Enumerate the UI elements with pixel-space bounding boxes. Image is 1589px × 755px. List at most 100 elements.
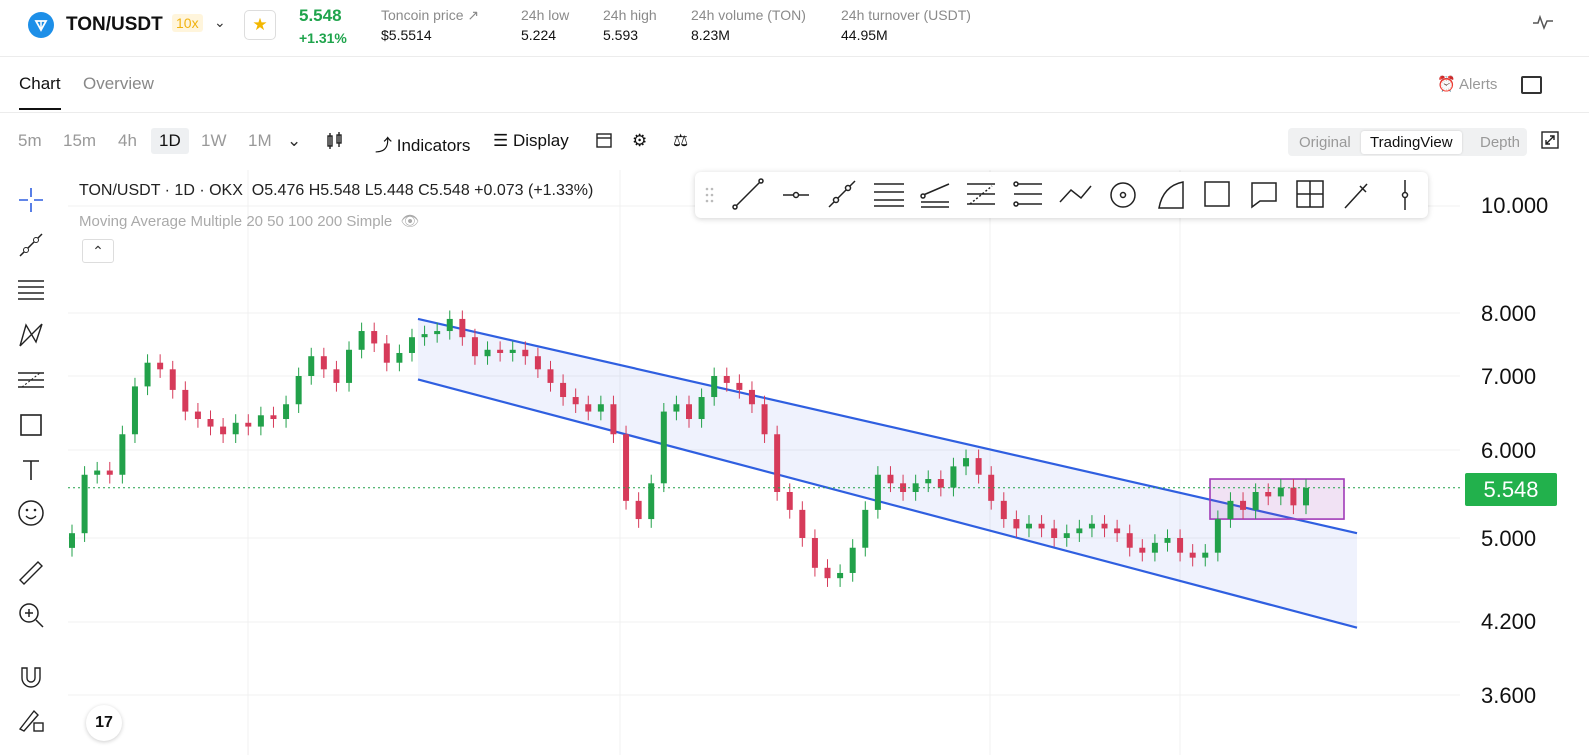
candle-body: [270, 415, 277, 420]
channel-tool-icon[interactable]: [920, 183, 950, 208]
layout-square-icon[interactable]: [1521, 76, 1542, 94]
candle-body: [421, 334, 428, 338]
candle-body: [320, 356, 327, 370]
candle-body: [333, 369, 340, 383]
stat-value-price: $5.5514: [381, 27, 432, 43]
candle-body: [1088, 523, 1095, 529]
expand-icon[interactable]: [1541, 131, 1559, 149]
comment-icon[interactable]: [1251, 182, 1277, 209]
stat-label-price[interactable]: Toncoin price ↗: [381, 7, 479, 24]
leverage-badge: 10x: [172, 14, 203, 32]
y-tick-8: 8.000: [1481, 301, 1537, 326]
fib-retrace-icon[interactable]: [967, 183, 995, 205]
candle-body: [169, 369, 176, 390]
alarm-icon: ⏰: [1437, 76, 1456, 93]
candle-body: [1240, 500, 1247, 510]
candle-body: [925, 479, 932, 484]
pair-name[interactable]: TON/USDT: [66, 14, 163, 36]
candle-body: [1000, 500, 1007, 520]
vertical-line-icon[interactable]: [1401, 180, 1409, 210]
pulse-icon[interactable]: [1532, 14, 1554, 35]
tab-chart[interactable]: Chart: [19, 74, 61, 110]
timeframe-5m[interactable]: 5m: [18, 131, 42, 151]
horizontal-ray-icon[interactable]: [783, 191, 809, 199]
candle-body: [824, 567, 831, 579]
scale-icon[interactable]: ⚖: [673, 131, 688, 151]
parallel-line-icon[interactable]: [828, 180, 856, 208]
fib-extension-icon[interactable]: [1013, 181, 1042, 207]
y-tick-7: 7.000: [1481, 364, 1537, 389]
view-tradingview[interactable]: TradingView: [1361, 131, 1462, 154]
timeframe-4h[interactable]: 4h: [118, 131, 137, 151]
candle-body: [119, 434, 126, 475]
candle-body: [874, 474, 881, 510]
gear-icon[interactable]: ⚙: [632, 131, 647, 151]
collapse-legend-button[interactable]: ⌃: [82, 239, 114, 263]
tradingview-logo[interactable]: 17: [86, 705, 122, 741]
candle-body: [648, 483, 655, 520]
horizontal-lines-icon[interactable]: [874, 183, 904, 207]
display-button[interactable]: ☰ Display: [493, 131, 569, 151]
stat-label-turnover: 24h turnover (USDT): [841, 7, 971, 23]
candle-body: [157, 362, 164, 370]
view-depth[interactable]: Depth: [1480, 134, 1520, 151]
candle-body: [182, 389, 189, 412]
candle-body: [459, 318, 466, 338]
candle-body: [1214, 519, 1221, 553]
candle-body: [383, 343, 390, 363]
timeframe-1d[interactable]: 1D: [151, 128, 189, 154]
candle-type-icon[interactable]: [326, 131, 344, 156]
hide-eye-icon[interactable]: 👁: [401, 213, 420, 230]
timeframe-1m[interactable]: 1M: [248, 131, 272, 151]
indicators-button[interactable]: ⤴ Indicators: [375, 131, 470, 156]
ma-label: Moving Average Multiple 20 50 100 200 Si…: [79, 213, 393, 230]
stat-label-low: 24h low: [521, 7, 570, 23]
circle-tool-icon[interactable]: [1110, 182, 1136, 208]
candle-body: [963, 458, 970, 467]
candle-body: [623, 434, 630, 501]
measure-icon[interactable]: [1296, 180, 1324, 208]
candle-body: [283, 404, 290, 420]
stat-label-high: 24h high: [603, 7, 657, 23]
candle-body: [786, 491, 793, 510]
candle-body: [346, 349, 353, 383]
price-chart[interactable]: [0, 170, 1589, 755]
candle-body: [950, 466, 957, 488]
stat-value-volume: 8.23M: [691, 27, 730, 43]
stat-value-low: 5.224: [521, 27, 557, 43]
tab-bar: [0, 58, 1589, 113]
external-link-icon[interactable]: ↗: [467, 7, 479, 23]
path-tool-icon[interactable]: [1059, 185, 1092, 203]
candle-body: [232, 422, 239, 435]
square-tool-icon[interactable]: [1204, 181, 1230, 207]
candle-body: [471, 337, 478, 357]
chevron-down-icon[interactable]: ⌄: [287, 131, 301, 151]
line-tool-icon[interactable]: [732, 178, 764, 210]
stat-label-volume: 24h volume (TON): [691, 7, 806, 23]
alerts-button[interactable]: ⏰ Alerts: [1437, 75, 1497, 93]
candle-body: [1202, 552, 1209, 558]
y-tick-10: 10.000: [1481, 193, 1549, 218]
candle-body: [1051, 528, 1058, 538]
view-original[interactable]: Original: [1299, 134, 1351, 151]
candle-body: [686, 404, 692, 420]
candle-body: [837, 572, 844, 579]
candle-body: [975, 458, 982, 475]
y-tick-5: 5.000: [1481, 526, 1537, 551]
tab-overview[interactable]: Overview: [83, 74, 154, 94]
floating-drawing-toolbar: [695, 172, 1428, 218]
calendar-icon[interactable]: [595, 131, 613, 154]
indicators-label: Indicators: [396, 136, 471, 155]
y-tick-6: 6.000: [1481, 438, 1537, 463]
arc-tool-icon[interactable]: [1158, 181, 1184, 209]
candle-body: [245, 422, 252, 427]
timeframe-15m[interactable]: 15m: [63, 131, 96, 151]
favorite-star-icon[interactable]: ★: [244, 10, 276, 40]
brush-tool-icon[interactable]: [1344, 183, 1368, 209]
indicators-icon: ⤴: [375, 136, 392, 155]
chevron-down-icon[interactable]: ⌄: [214, 14, 226, 31]
candle-body: [1303, 487, 1309, 506]
candle-body: [371, 331, 378, 344]
timeframe-1w[interactable]: 1W: [201, 131, 227, 151]
candle-body: [585, 404, 592, 412]
